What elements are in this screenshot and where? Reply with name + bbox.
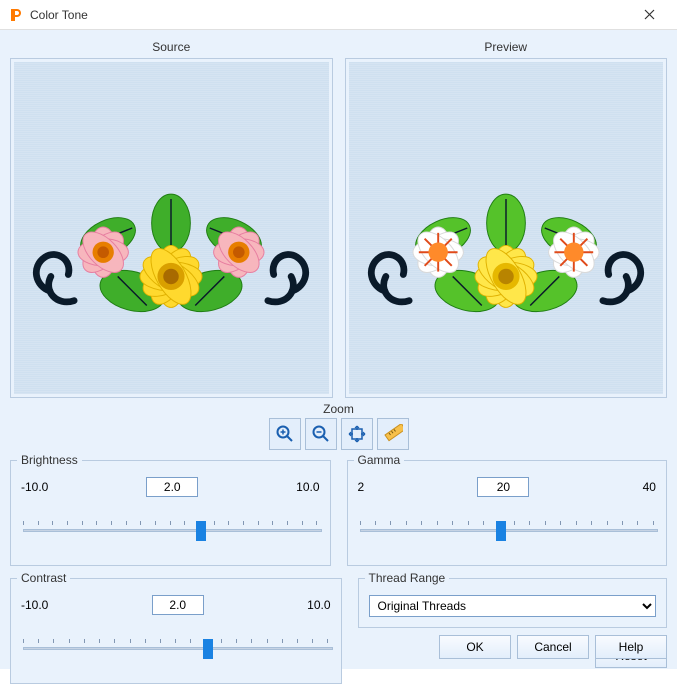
measure-ruler-button[interactable] — [377, 418, 409, 450]
contrast-group: Contrast -10.0 10.0 — [10, 578, 342, 684]
contrast-input[interactable] — [152, 595, 204, 615]
zoom-out-button[interactable] — [305, 418, 337, 450]
titlebar: Color Tone — [0, 0, 677, 30]
gamma-label: Gamma — [354, 453, 405, 467]
contrast-min: -10.0 — [21, 598, 48, 612]
contrast-label: Contrast — [17, 571, 70, 585]
brightness-input[interactable] — [146, 477, 198, 497]
source-label: Source — [10, 36, 333, 58]
cancel-button[interactable]: Cancel — [517, 635, 589, 659]
brightness-label: Brightness — [17, 453, 82, 467]
gamma-min: 2 — [358, 480, 365, 494]
brightness-group: Brightness -10.0 10.0 — [10, 460, 331, 566]
gamma-max: 40 — [643, 480, 656, 494]
gamma-input[interactable] — [477, 477, 529, 497]
zoom-label: Zoom — [10, 402, 667, 416]
ok-button[interactable]: OK — [439, 635, 511, 659]
thread-range-label: Thread Range — [365, 571, 450, 585]
brightness-max: 10.0 — [296, 480, 319, 494]
thread-range-select[interactable]: Original Threads — [369, 595, 657, 617]
gamma-slider[interactable] — [360, 529, 659, 532]
source-canvas — [10, 58, 333, 398]
gamma-group: Gamma 2 40 — [347, 460, 668, 566]
contrast-slider[interactable] — [23, 647, 333, 650]
brightness-slider[interactable] — [23, 529, 322, 532]
window-title: Color Tone — [30, 8, 629, 22]
help-button[interactable]: Help — [595, 635, 667, 659]
zoom-in-button[interactable] — [269, 418, 301, 450]
thread-range-group: Thread Range Original Threads — [358, 578, 668, 628]
close-button[interactable] — [629, 1, 669, 29]
brightness-min: -10.0 — [21, 480, 48, 494]
preview-label: Preview — [345, 36, 668, 58]
contrast-max: 10.0 — [307, 598, 330, 612]
app-icon — [8, 7, 24, 23]
preview-canvas — [345, 58, 668, 398]
dialog-body: Source — [0, 30, 677, 669]
zoom-fit-button[interactable] — [341, 418, 373, 450]
